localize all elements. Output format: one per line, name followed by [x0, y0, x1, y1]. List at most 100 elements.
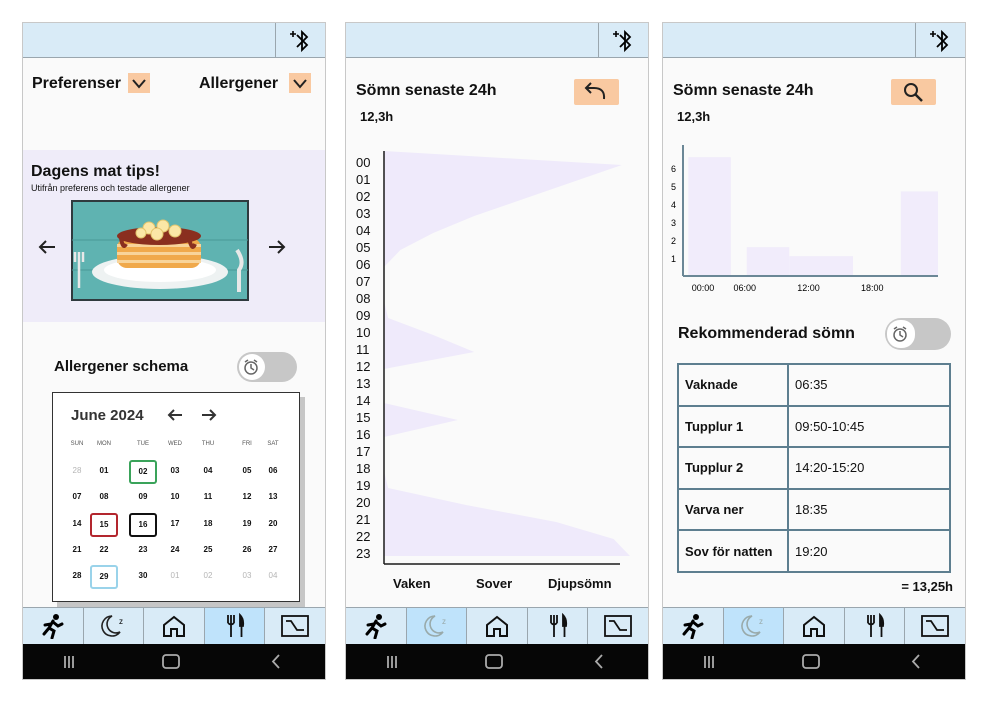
nav-sleep[interactable]: z — [84, 608, 145, 644]
calendar-day[interactable]: 28 — [63, 571, 91, 580]
nav-food[interactable] — [528, 608, 589, 644]
nav-food[interactable] — [204, 608, 266, 644]
y-tick-label: 23 — [356, 546, 371, 561]
calendar-day[interactable]: 09 — [129, 492, 157, 501]
system-bar — [346, 644, 648, 679]
recommended-sleep-table: Vaknade 06:35 Tupplur 1 09:50-10:45 Tupplu… — [677, 363, 951, 573]
nav-activity[interactable] — [23, 608, 84, 644]
alarm-toggle[interactable] — [885, 318, 951, 350]
y-tick-label: 1 — [671, 254, 676, 264]
chart-window-icon — [921, 615, 950, 637]
calendar-day[interactable]: 04 — [259, 571, 287, 580]
calendar-day[interactable]: 02 — [129, 460, 157, 484]
calendar-day[interactable]: 30 — [129, 571, 157, 580]
nav-sleep[interactable]: z — [723, 608, 785, 644]
calendar-day[interactable]: 25 — [194, 545, 222, 554]
calendar-day[interactable]: 07 — [63, 492, 91, 501]
home-system-icon[interactable] — [802, 654, 820, 669]
bluetooth-button[interactable] — [598, 23, 648, 58]
y-tick-label: 16 — [356, 427, 371, 442]
calendar-day[interactable]: 13 — [259, 492, 287, 501]
back-icon[interactable] — [594, 654, 603, 669]
allergens-dropdown[interactable] — [289, 73, 311, 93]
nav-home[interactable] — [467, 608, 528, 644]
x-tick-label: 00:00 — [692, 283, 715, 293]
chart-window-icon — [604, 615, 633, 637]
back-icon[interactable] — [271, 654, 280, 669]
alarm-clock-icon — [244, 359, 258, 375]
calendar-day[interactable]: 14 — [63, 519, 91, 528]
y-tick-label: 20 — [356, 495, 371, 510]
calendar-day[interactable]: 18 — [194, 519, 222, 528]
back-button[interactable] — [574, 79, 619, 105]
search-button[interactable] — [891, 79, 936, 105]
arrow-left-icon[interactable] — [37, 239, 57, 255]
recent-apps-icon[interactable] — [704, 656, 714, 668]
calendar-day[interactable]: 23 — [129, 545, 157, 554]
calendar-day[interactable]: 08 — [90, 492, 118, 501]
nav-home[interactable] — [144, 608, 205, 644]
sleep-sum: = 13,25h — [901, 579, 953, 594]
calendar-day[interactable]: 02 — [194, 571, 222, 580]
calendar-day[interactable]: 29 — [90, 565, 118, 589]
calendar-day[interactable]: 15 — [90, 513, 118, 537]
calendar-day[interactable]: 26 — [233, 545, 261, 554]
row-value: 19:20 — [787, 529, 951, 573]
nav-stats[interactable] — [588, 608, 648, 644]
calendar-day[interactable]: 17 — [161, 519, 189, 528]
calendar-day[interactable]: 27 — [259, 545, 287, 554]
nav-food[interactable] — [845, 608, 906, 644]
nav-home[interactable] — [784, 608, 845, 644]
calendar-day[interactable]: 21 — [63, 545, 91, 554]
bottom-navigation: z — [23, 607, 325, 644]
nav-stats[interactable] — [265, 608, 325, 644]
calendar-day[interactable]: 22 — [90, 545, 118, 554]
search-icon — [904, 83, 923, 102]
bluetooth-button[interactable] — [915, 23, 965, 58]
preferences-dropdown[interactable] — [128, 73, 150, 93]
calendar-day[interactable]: 10 — [161, 492, 189, 501]
calendar-day[interactable]: 01 — [161, 571, 189, 580]
home-icon — [162, 615, 185, 637]
calendar-day[interactable]: 28 — [63, 466, 91, 475]
calendar-day[interactable]: 19 — [233, 519, 261, 528]
nav-activity[interactable] — [663, 608, 724, 644]
table-row: Tupplur 2 14:20-15:20 — [677, 446, 951, 490]
arrow-right-icon[interactable] — [267, 239, 287, 255]
calendar-day[interactable]: 01 — [90, 466, 118, 475]
calendar-day[interactable]: 24 — [161, 545, 189, 554]
undo-arrow-icon — [584, 82, 606, 100]
home-system-icon[interactable] — [162, 654, 180, 669]
bluetooth-button[interactable] — [275, 23, 325, 58]
back-icon[interactable] — [911, 654, 920, 669]
calendar-day[interactable]: 11 — [194, 492, 222, 501]
tips-title: Dagens mat tips! — [31, 163, 160, 180]
calendar-day[interactable]: 05 — [233, 466, 261, 475]
calendar-day[interactable]: 12 — [233, 492, 261, 501]
recent-apps-icon[interactable] — [64, 656, 74, 668]
calendar-day[interactable]: 03 — [161, 466, 189, 475]
bluetooth-icon — [290, 29, 309, 53]
nav-sleep[interactable]: z — [406, 608, 468, 644]
recent-apps-icon[interactable] — [387, 656, 397, 668]
y-tick-label: 13 — [356, 376, 371, 391]
calendar-day[interactable]: 03 — [233, 571, 261, 580]
arrow-left-icon[interactable] — [166, 408, 184, 422]
row-label: Sov för natten — [677, 529, 789, 573]
nav-activity[interactable] — [346, 608, 407, 644]
y-tick-label: 19 — [356, 478, 371, 493]
fork-knife-icon — [549, 613, 567, 637]
calendar-day[interactable]: 16 — [129, 513, 157, 537]
fork-knife-icon — [866, 613, 884, 637]
alarm-toggle[interactable] — [237, 352, 297, 382]
calendar-day[interactable]: 04 — [194, 466, 222, 475]
y-tick-label: 2 — [671, 236, 676, 246]
status-bar — [23, 23, 325, 58]
weekday-label: FRI — [242, 441, 252, 447]
nav-stats[interactable] — [905, 608, 965, 644]
calendar-day[interactable]: 06 — [259, 466, 287, 475]
arrow-right-icon[interactable] — [200, 408, 218, 422]
calendar-day[interactable]: 20 — [259, 519, 287, 528]
home-system-icon[interactable] — [485, 654, 503, 669]
svg-text:z: z — [442, 617, 446, 626]
